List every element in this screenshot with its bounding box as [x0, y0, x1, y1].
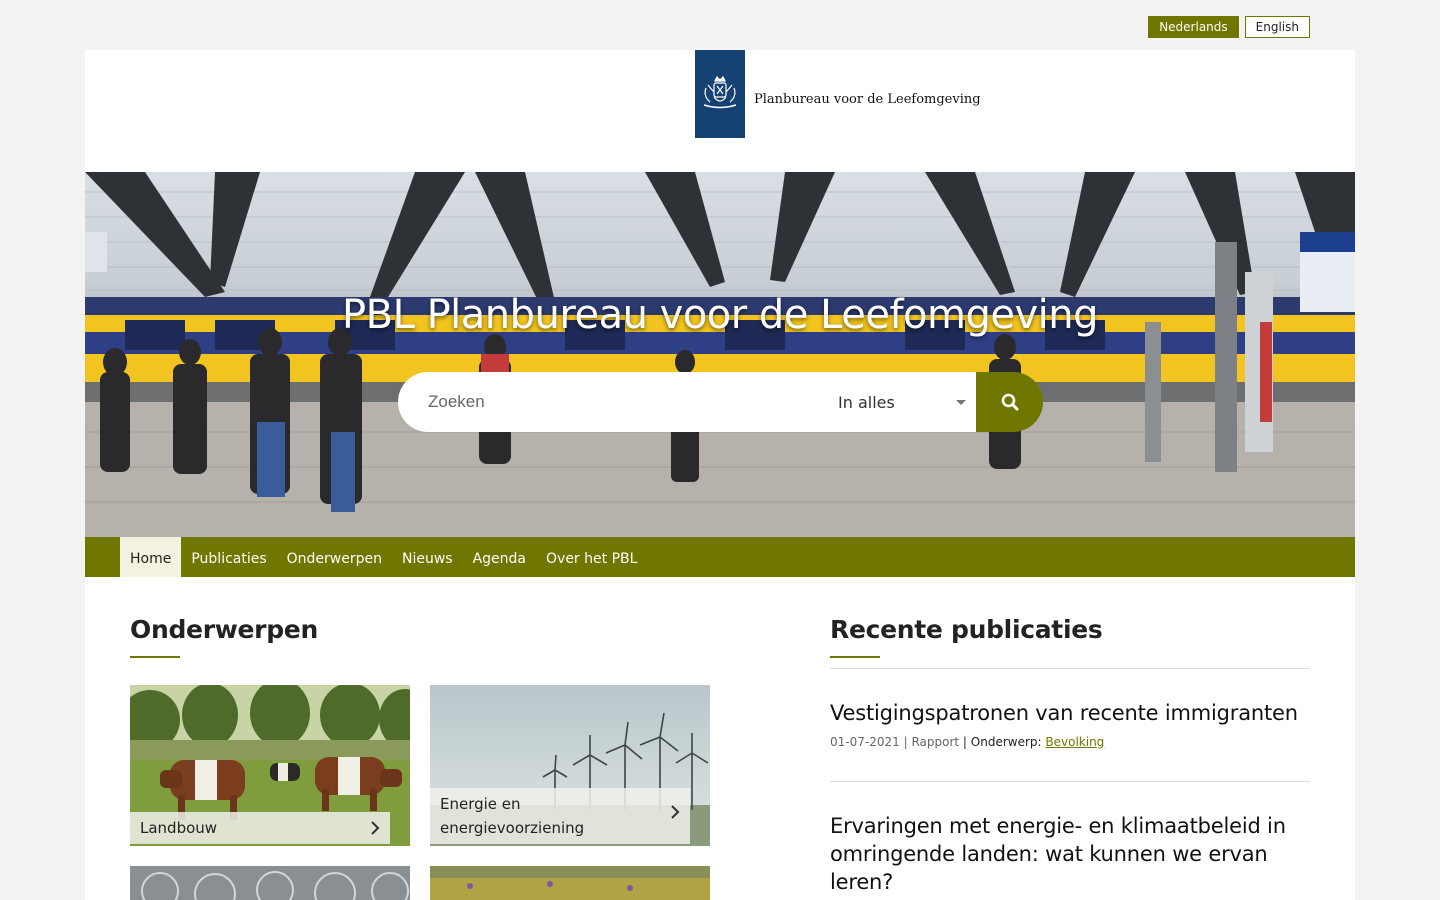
topic-tile-landbouw[interactable]: Landbouw: [130, 685, 410, 846]
hero-banner: PBL Planbureau voor de Leefomgeving In a…: [85, 172, 1355, 537]
heading-underline: [830, 656, 880, 658]
search-form: In alles: [398, 372, 1043, 432]
main-nav: Home Publicaties Onderwerpen Nieuws Agen…: [85, 537, 1355, 577]
publication-title-link[interactable]: Ervaringen met energie- en klimaatbeleid…: [830, 812, 1310, 896]
onderwerpen-heading: Onderwerpen: [130, 615, 318, 644]
logo-text: Planbureau voor de Leefomgeving: [754, 91, 981, 107]
publication-date: 01-07-2021: [830, 735, 900, 749]
search-input[interactable]: [398, 372, 828, 432]
royal-coat-of-arms-icon: [695, 50, 745, 138]
search-icon: [1001, 393, 1018, 411]
publication-title-link[interactable]: Vestigingspatronen van recente immigrant…: [830, 699, 1310, 727]
publication-subject-link[interactable]: Bevolking: [1045, 735, 1104, 749]
divider: [830, 668, 1310, 669]
search-scope-select[interactable]: In alles: [828, 372, 976, 432]
meta-separator: |: [962, 735, 971, 749]
recent-publications: Recente publicaties Vestigingspatronen v…: [830, 615, 1310, 896]
tile-label: Energie en energievoorziening: [430, 788, 690, 844]
publication-meta: 01-07-2021 | Rapport | Onderwerp: Bevolk…: [830, 735, 1310, 749]
search-button[interactable]: [976, 372, 1043, 432]
nav-onderwerpen[interactable]: Onderwerpen: [277, 537, 392, 577]
heading-underline: [130, 656, 180, 658]
publication-subject-label: Onderwerp:: [970, 735, 1042, 749]
tile-label-text: Landbouw: [140, 819, 218, 837]
nav-publicaties[interactable]: Publicaties: [181, 537, 276, 577]
topic-tile-partial[interactable]: [130, 866, 410, 900]
hero-title: PBL Planbureau voor de Leefomgeving: [342, 292, 1099, 338]
recent-heading: Recente publicaties: [830, 615, 1103, 644]
language-en[interactable]: English: [1244, 16, 1310, 38]
nav-nieuws[interactable]: Nieuws: [392, 537, 463, 577]
publication-item: Vestigingspatronen van recente immigrant…: [830, 699, 1310, 782]
station-photo: [85, 172, 1355, 537]
search-scope-value: In alles: [838, 392, 895, 412]
topic-tile-partial[interactable]: [430, 866, 710, 900]
tile-label-text: Energie en energievoorziening: [440, 795, 585, 837]
language-switch: Nederlands English: [1148, 16, 1310, 38]
chevron-right-icon: [671, 805, 680, 819]
tile-label: Landbouw: [130, 812, 390, 844]
divider: [830, 781, 1310, 782]
site-logo[interactable]: Planbureau voor de Leefomgeving: [695, 50, 981, 138]
topic-tile-energie[interactable]: Energie en energievoorziening: [430, 685, 710, 846]
nav-over-het-pbl[interactable]: Over het PBL: [536, 537, 647, 577]
publication-type: Rapport: [911, 735, 960, 749]
tile-photo: [430, 866, 710, 900]
language-nl[interactable]: Nederlands: [1148, 16, 1239, 38]
onderwerpen-section: Onderwerpen Landbouw Energie en energiev…: [130, 615, 710, 900]
tile-photo: [130, 866, 410, 900]
publication-item: Ervaringen met energie- en klimaatbeleid…: [830, 812, 1310, 896]
chevron-right-icon: [371, 821, 380, 835]
caret-down-icon: [956, 400, 966, 405]
page-container: Planbureau voor de Leefomgeving PBL Plan…: [85, 50, 1355, 900]
nav-agenda[interactable]: Agenda: [463, 537, 536, 577]
nav-home[interactable]: Home: [120, 537, 182, 577]
